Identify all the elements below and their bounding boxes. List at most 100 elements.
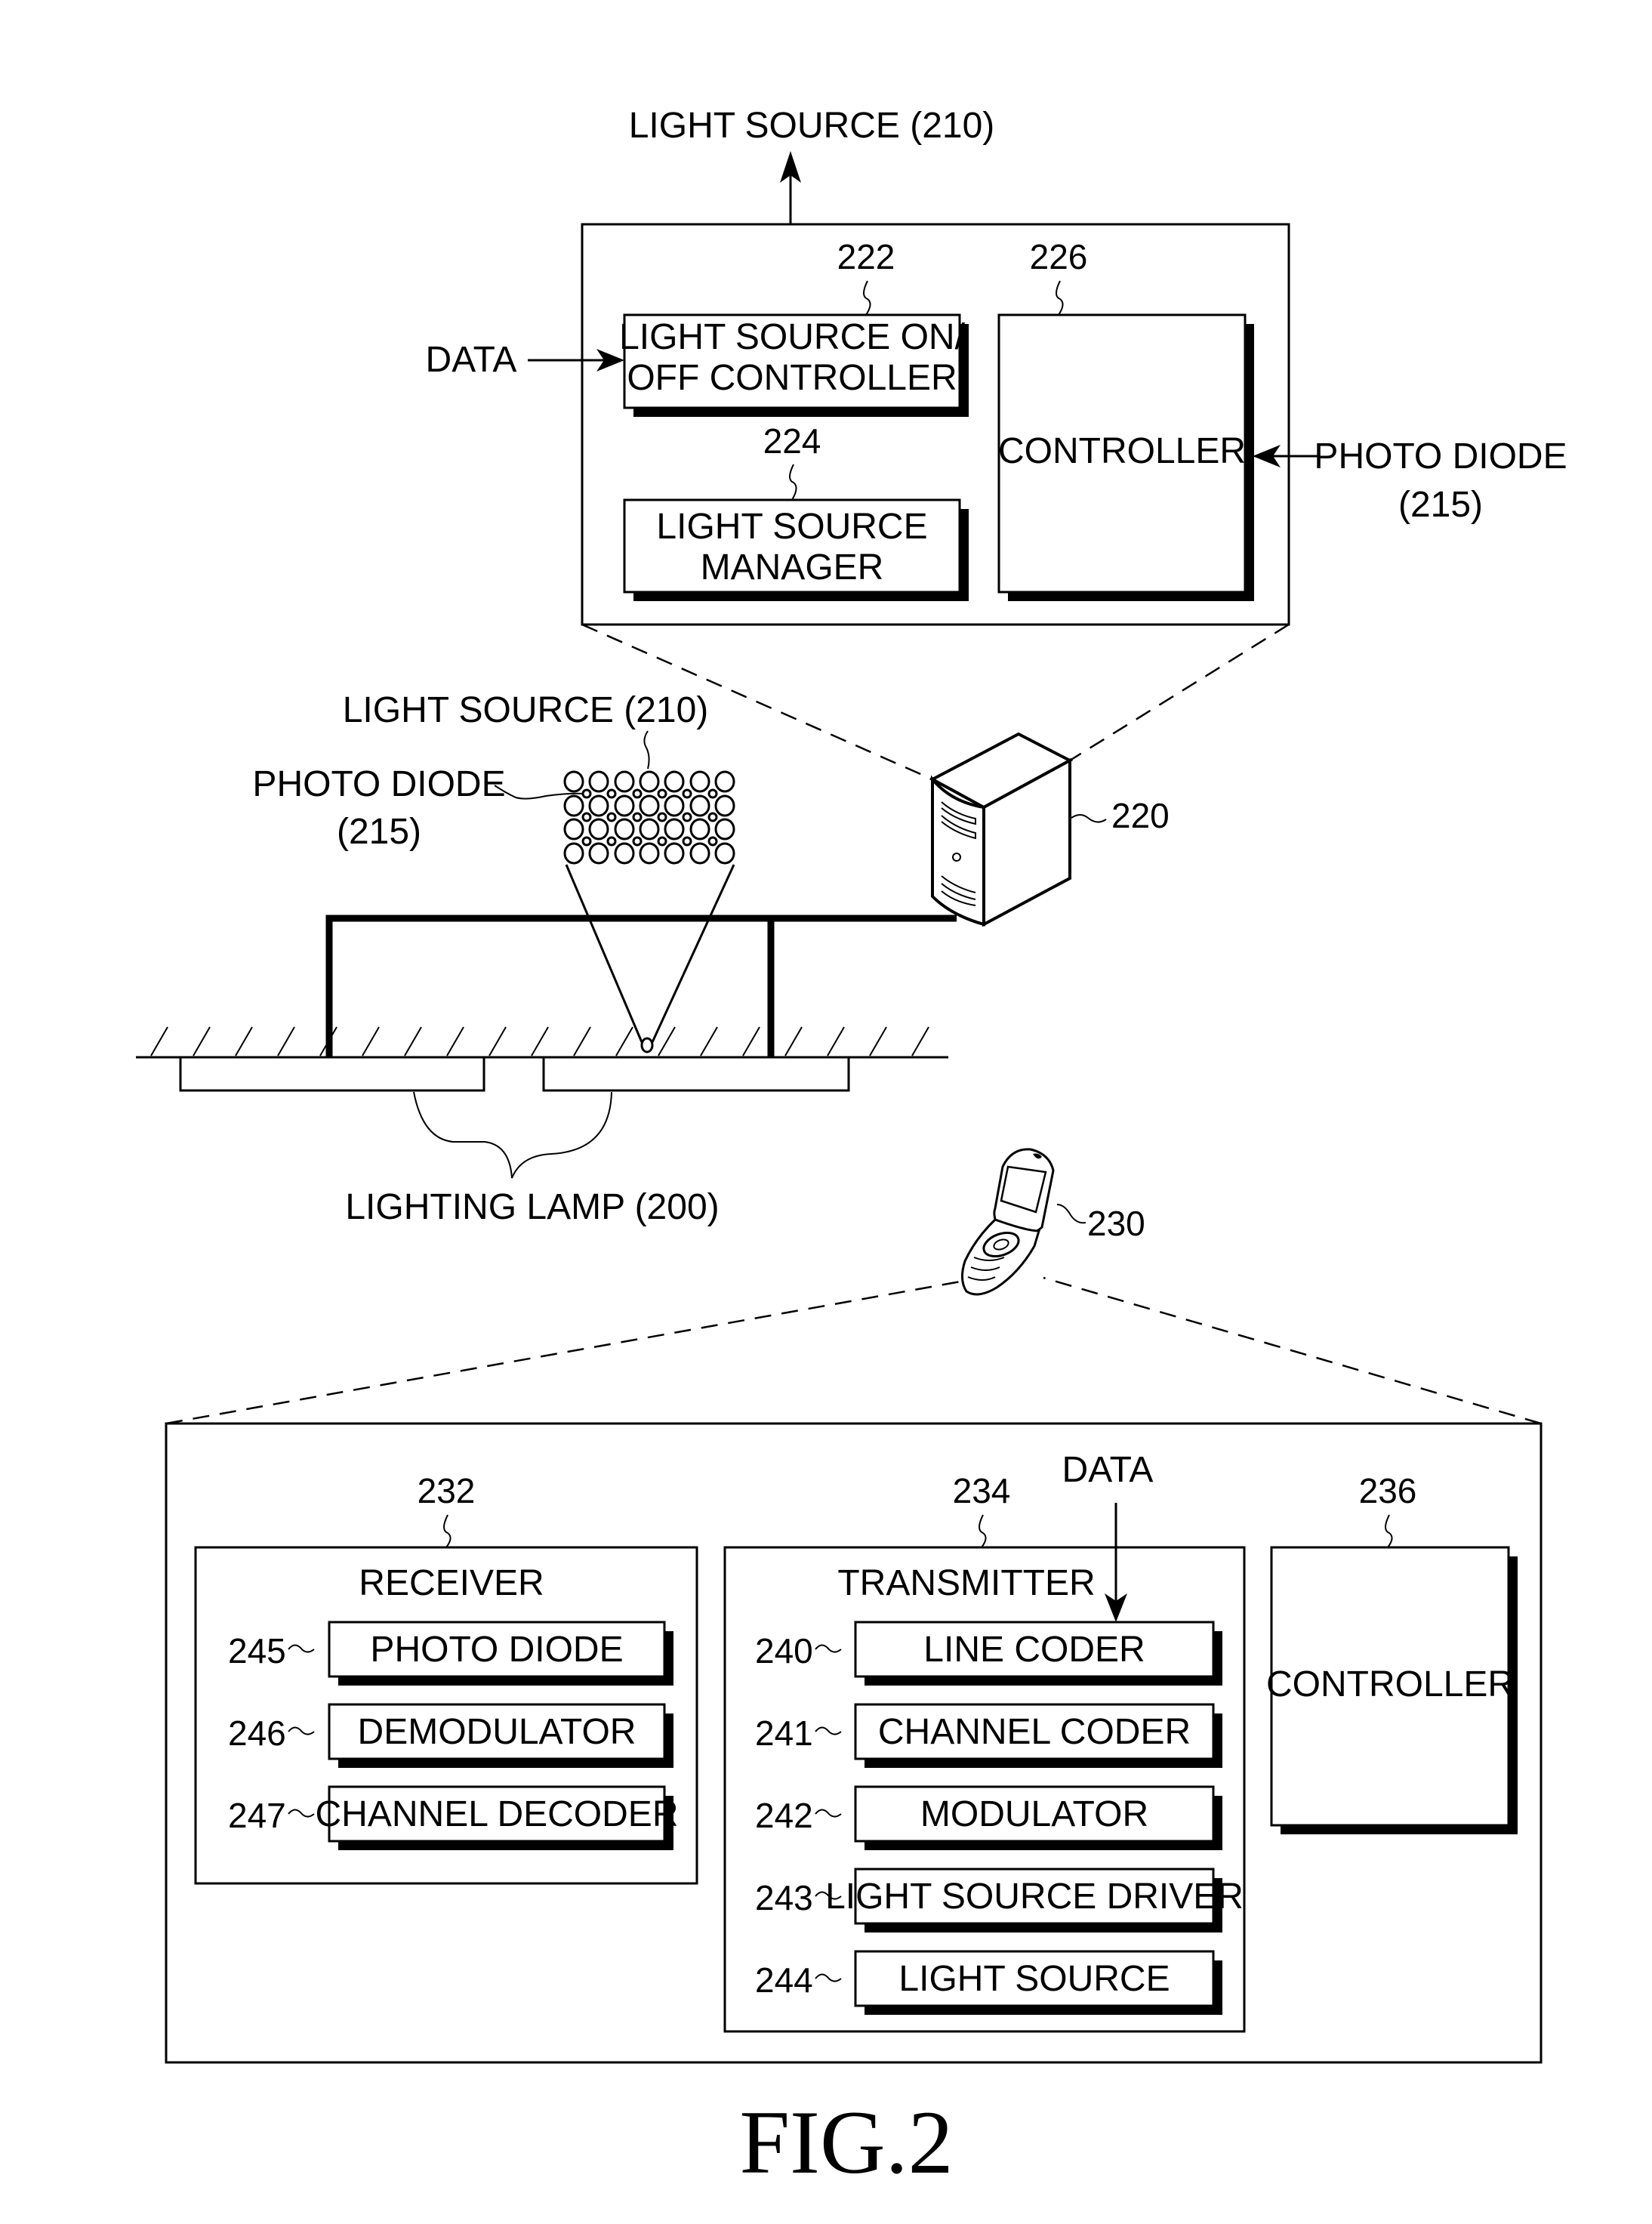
lighting-lamp-left <box>179 1056 485 1092</box>
scene-photo-diode-line2: (215) <box>337 812 421 852</box>
transmitter-title: TRANSMITTER <box>837 1563 1095 1603</box>
scene-light-source-label: LIGHT SOURCE (210) <box>343 690 709 730</box>
transmitter-item-label: LINE CODER <box>923 1630 1145 1670</box>
server-block-diagram: LIGHT SOURCE (210) 222 LIGHT SOURCE ON/ … <box>426 106 1567 626</box>
lighting-lamp-label: LIGHTING LAMP (200) <box>345 1187 719 1227</box>
receiver-item-label: PHOTO DIODE <box>370 1630 623 1670</box>
led-light-source <box>664 770 685 793</box>
transmitter-item-label: LIGHT SOURCE <box>898 1959 1170 1999</box>
hatch-mark <box>784 1026 803 1056</box>
mobile-phone-icon <box>961 1148 1086 1296</box>
ref-230: 230 <box>1087 1204 1145 1243</box>
ref-number: 245 <box>228 1631 286 1670</box>
hatch-mark <box>235 1026 253 1056</box>
output-light-source-label: LIGHT SOURCE (210) <box>629 106 995 146</box>
photo-diode-element <box>707 812 718 822</box>
photo-diode-element <box>606 836 617 847</box>
lamp-brace <box>413 1091 612 1179</box>
led-light-source <box>563 794 584 817</box>
ref-222: 222 <box>837 237 895 276</box>
zoom-line-left-bottom <box>165 1279 966 1425</box>
hatch-mark <box>700 1026 718 1056</box>
light-cone-right <box>651 864 735 1043</box>
hatch-mark <box>531 1026 549 1056</box>
photo-diode-element <box>707 836 718 847</box>
led-light-source <box>664 842 685 865</box>
hatch-mark <box>489 1026 507 1056</box>
hatch-mark <box>277 1026 295 1056</box>
photo-diode-element <box>707 788 718 799</box>
lighting-lamp-right <box>542 1056 850 1092</box>
on-off-controller-line2: OFF CONTROLLER <box>627 358 957 398</box>
led-light-source <box>639 794 660 817</box>
leader-210 <box>643 730 650 770</box>
hatch-mark <box>573 1026 591 1056</box>
data-input-label: DATA <box>426 340 517 380</box>
photo-diode-element <box>657 812 667 822</box>
led-light-source <box>639 770 660 793</box>
photo-diode-element <box>581 812 592 822</box>
led-array <box>563 770 735 865</box>
receiver-title: RECEIVER <box>359 1563 544 1603</box>
on-off-controller-line1: LIGHT SOURCE ON/ <box>619 317 966 357</box>
hatch-mark <box>742 1026 760 1056</box>
photo-diode-element <box>606 812 617 822</box>
zoom-line-right-top <box>1069 623 1290 762</box>
led-light-source <box>689 794 710 817</box>
hatch-mark <box>615 1026 633 1056</box>
photo-diode-element <box>632 812 643 822</box>
leader-220 <box>1071 814 1107 823</box>
ref-220: 220 <box>1111 796 1170 835</box>
ref-number: 247 <box>228 1796 286 1835</box>
photo-diode-element <box>606 788 617 799</box>
hatch-mark <box>150 1026 168 1056</box>
ref-number: 244 <box>755 1960 813 2000</box>
ref-number: 242 <box>755 1796 813 1835</box>
scene-photo-diode-line1: PHOTO DIODE <box>252 764 505 804</box>
server-icon <box>929 732 1074 927</box>
led-light-source <box>689 818 710 841</box>
terminal-block-diagram: 232 RECEIVER 245 PHOTO DIODE 246 DEMODULATO… <box>165 1422 1543 2064</box>
led-light-source <box>563 818 584 841</box>
ref-234: 234 <box>953 1471 1011 1510</box>
hatch-mark <box>869 1026 887 1056</box>
led-light-source <box>614 794 635 817</box>
led-light-source <box>664 794 685 817</box>
photo-diode-element <box>581 836 592 847</box>
patent-figure: LIGHT SOURCE (210) 222 LIGHT SOURCE ON/ … <box>136 106 1567 2192</box>
figure-label: FIG.2 <box>739 2092 953 2192</box>
zoom-line-right-bottom <box>1043 1276 1542 1425</box>
led-light-source <box>588 818 609 841</box>
led-light-source <box>563 770 584 793</box>
led-light-source <box>614 842 635 865</box>
photo-diode-input-line1: PHOTO DIODE <box>1314 436 1567 477</box>
photo-diode-input-line2: (215) <box>1398 485 1483 525</box>
photo-diode-element <box>682 836 692 847</box>
led-light-source <box>614 818 635 841</box>
transmitter-item-label: CHANNEL CODER <box>878 1712 1191 1752</box>
hatch-mark <box>404 1026 422 1056</box>
manager-line2: MANAGER <box>701 548 884 588</box>
manager-line1: LIGHT SOURCE <box>656 507 927 547</box>
ref-232: 232 <box>418 1471 476 1510</box>
ceiling-hatch <box>150 1026 929 1056</box>
led-light-source <box>664 818 685 841</box>
led-light-source <box>689 770 710 793</box>
ref-number: 246 <box>228 1713 286 1753</box>
ref-number: 243 <box>755 1878 813 1917</box>
led-light-source <box>689 842 710 865</box>
photo-diode-element <box>632 788 643 799</box>
photo-diode-element <box>581 788 592 799</box>
lighting-scene: 220 LIGHT SOURCE (210) PHOTO DIODE (215)… <box>136 690 1170 1296</box>
ref-number: 241 <box>755 1713 813 1753</box>
led-light-source <box>714 818 735 841</box>
transmitter-item-label: LIGHT SOURCE DRIVER <box>825 1877 1244 1917</box>
ref-number: 240 <box>755 1631 813 1670</box>
hatch-mark <box>446 1026 464 1056</box>
hatch-mark <box>362 1026 380 1056</box>
led-light-source <box>588 842 609 865</box>
led-light-source <box>588 794 609 817</box>
light-cone-left <box>565 864 643 1043</box>
photo-diode-element <box>632 836 643 847</box>
led-light-source <box>563 842 584 865</box>
